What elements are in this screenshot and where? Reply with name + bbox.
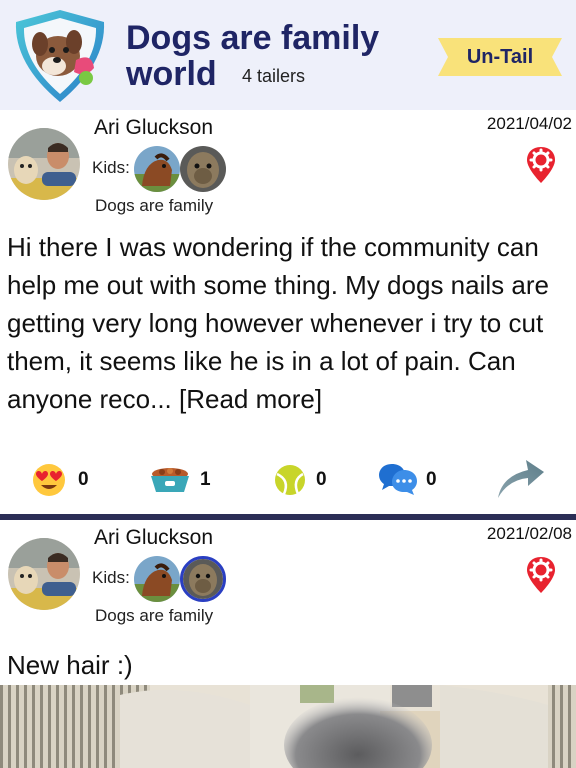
settings-gear-icon[interactable] <box>526 556 556 594</box>
untail-button[interactable]: Un-Tail <box>436 34 564 80</box>
kid-avatar[interactable] <box>134 146 180 192</box>
heart-eyes-emoji-icon[interactable] <box>30 460 70 498</box>
kid-avatar[interactable] <box>180 146 226 192</box>
post-body: New hair :) <box>7 650 133 680</box>
dog-food-bowl-icon[interactable] <box>148 460 192 498</box>
reaction-love-count: 0 <box>78 469 89 490</box>
post-author[interactable]: Ari Gluckson <box>94 526 213 550</box>
post-group-name[interactable]: Dogs are family <box>95 196 213 216</box>
share-arrow-icon[interactable] <box>494 456 546 500</box>
read-more-link[interactable]: [Read more] <box>172 384 322 414</box>
post-date: 2021/04/02 <box>486 114 572 133</box>
post-date: 2021/02/08 <box>486 524 572 543</box>
group-title-line1: Dogs are family <box>126 19 380 57</box>
reaction-bar: 0 1 0 0 <box>0 456 576 502</box>
kids-label: Kids: <box>92 158 130 177</box>
post-photo[interactable] <box>0 685 576 768</box>
group-title-line2: world <box>126 55 217 93</box>
reaction-food-count: 1 <box>200 469 211 490</box>
reaction-comments-count: 0 <box>426 469 437 490</box>
avatar[interactable] <box>8 538 80 610</box>
tennis-ball-icon[interactable] <box>272 460 312 498</box>
untail-label: Un-Tail <box>466 46 534 68</box>
avatar[interactable] <box>8 128 80 200</box>
post-body: Hi there I was wondering if the communit… <box>7 228 567 418</box>
post-group-name[interactable]: Dogs are family <box>95 606 213 626</box>
kids-label: Kids: <box>92 568 130 587</box>
post-author[interactable]: Ari Gluckson <box>94 116 213 140</box>
post-card: Ari Gluckson 2021/02/08 Kids: Dogs are f… <box>0 520 576 685</box>
kid-avatar[interactable] <box>134 556 180 602</box>
dog-shield-logo-icon <box>10 8 110 104</box>
post-card: Ari Gluckson 2021/04/02 Kids: Dogs are f… <box>0 110 576 515</box>
settings-gear-icon[interactable] <box>526 146 556 184</box>
comments-icon[interactable] <box>378 460 418 498</box>
tailers-count: 4 tailers <box>242 66 306 86</box>
group-header: Dogs are family world 4 tailers Un-Tail <box>0 0 576 110</box>
kid-avatar-selected[interactable] <box>180 556 226 602</box>
reaction-ball-count: 0 <box>316 469 327 490</box>
